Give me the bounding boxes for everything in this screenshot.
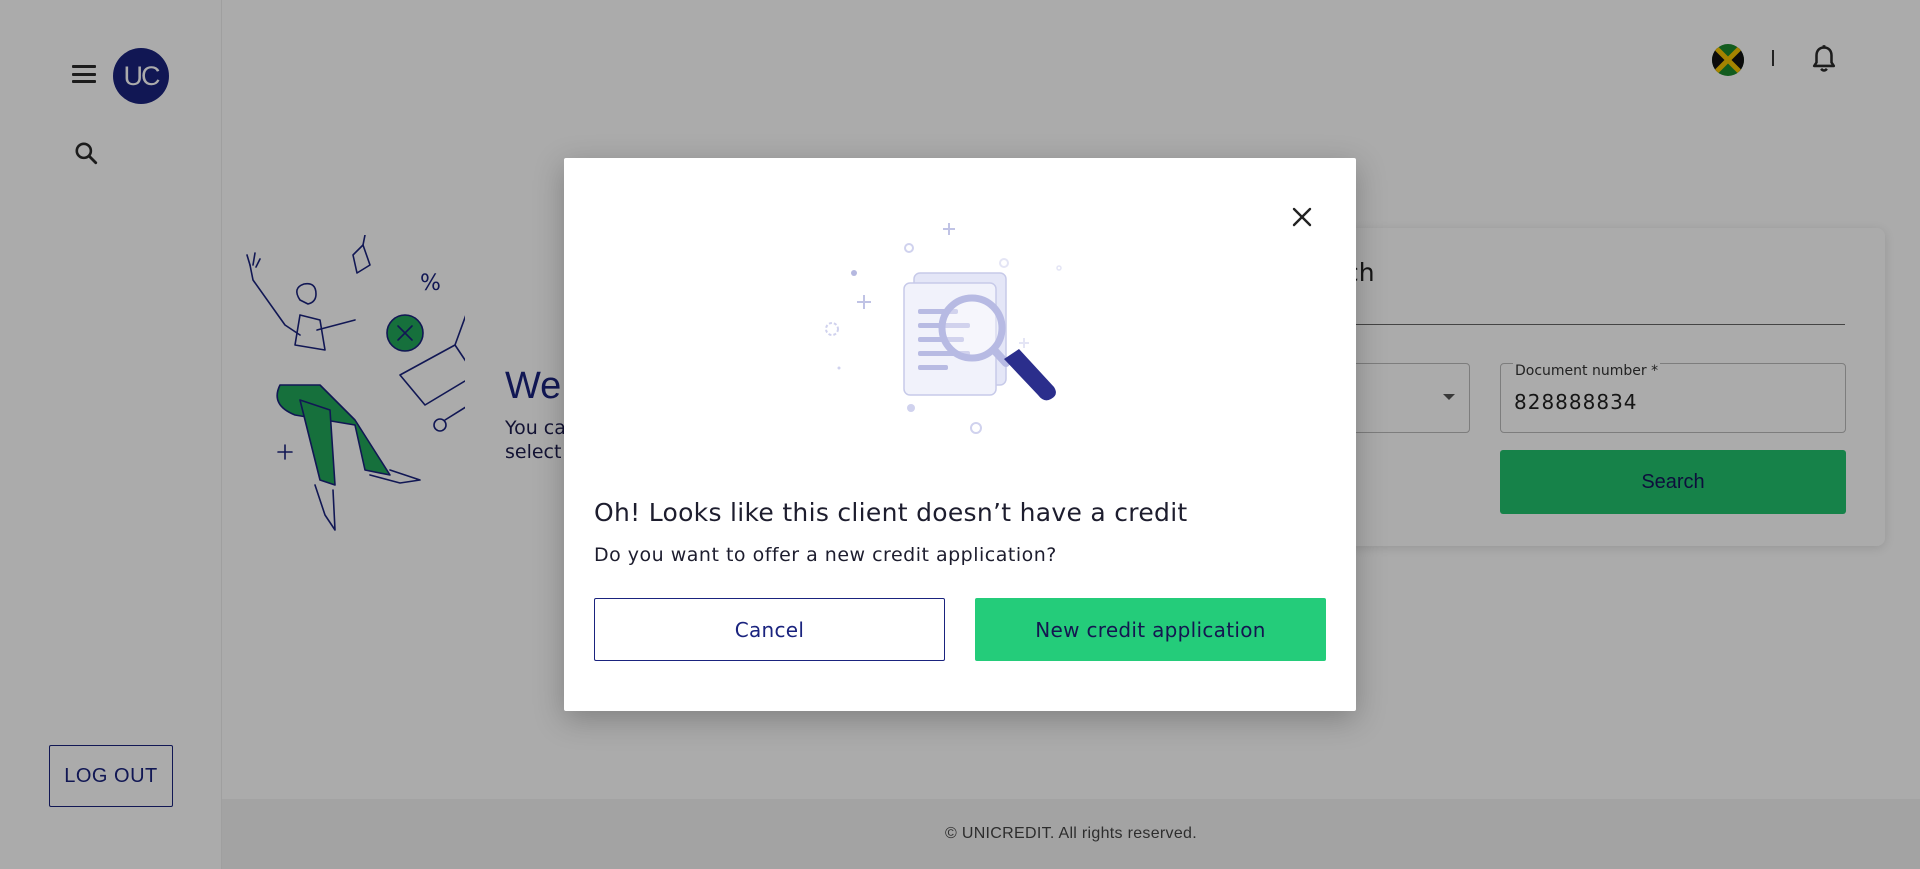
close-icon[interactable]: [1288, 203, 1316, 231]
new-credit-application-button[interactable]: New credit application: [975, 598, 1326, 661]
document-search-illustration: [825, 223, 1062, 434]
cancel-button[interactable]: Cancel: [594, 598, 945, 661]
dialog-subtitle: Do you want to offer a new credit applic…: [594, 544, 1057, 566]
dialog-title: Oh! Looks like this client doesn’t have …: [594, 498, 1188, 527]
no-credit-dialog: Oh! Looks like this client doesn’t have …: [564, 158, 1356, 711]
